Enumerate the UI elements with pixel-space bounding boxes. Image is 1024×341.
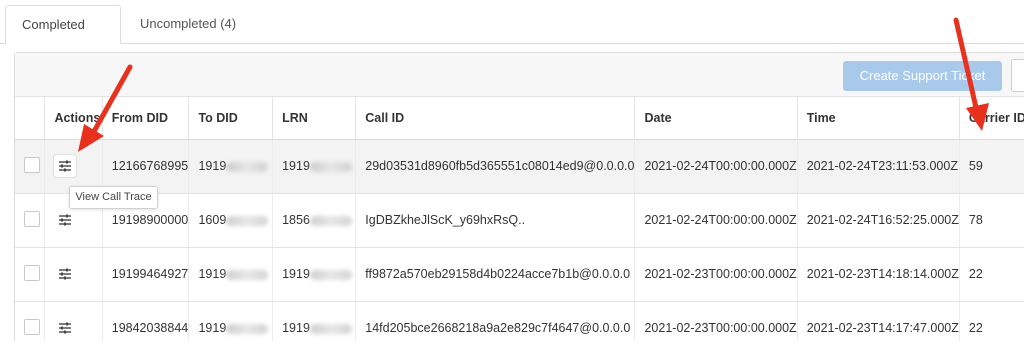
lrn-prefix: 1919 xyxy=(282,267,310,281)
lrn-prefix: 1919 xyxy=(282,159,310,173)
to-did-cell: 1919 xyxy=(188,139,274,194)
time-cell: 2021-02-23T14:17:47.000Z xyxy=(797,301,960,341)
create-support-ticket-button[interactable]: Create Support Ticket xyxy=(843,61,1002,91)
tab-completed[interactable]: Completed (5) xyxy=(5,5,121,70)
header-call-id: Call ID xyxy=(355,97,636,140)
to-did-cell: 1919 xyxy=(188,247,274,302)
sliders-icon[interactable] xyxy=(54,155,77,177)
time-cell: 2021-02-24T16:52:25.000Z xyxy=(797,193,960,248)
carrier-id-cell: 22 xyxy=(959,247,1024,302)
call-id-cell: 14fd205bce2668218a9a2e829c7f4647@0.0.0.0 xyxy=(355,301,636,341)
redacted-blur xyxy=(309,161,352,172)
table-row[interactable]: 12166768995 1919 1919 29d03531d8960fb5d3… xyxy=(15,139,1024,194)
call-id-cell: 29d03531d8960fb5d365551c08014ed9@0.0.0.0 xyxy=(355,139,636,194)
from-did-cell: 19199464927 xyxy=(102,247,190,302)
table-row[interactable]: 19198900000 1609 1856 IgDBZkheJlScK_y69h… xyxy=(15,193,1024,248)
to-did-prefix: 1609 xyxy=(198,213,227,227)
header-carrier-id: Carrier ID xyxy=(959,97,1024,140)
call-id-cell: ff9872a570eb29158d4b0224acce7b1b@0.0.0.0 xyxy=(355,247,636,302)
date-cell: 2021-02-23T00:00:00.000Z xyxy=(634,301,798,341)
date-cell: 2021-02-24T00:00:00.000Z xyxy=(634,193,798,248)
lrn-cell: 1919 xyxy=(272,139,357,194)
redacted-blur xyxy=(226,161,269,172)
row-checkbox[interactable] xyxy=(24,318,40,335)
tab-bar: Completed (5) Uncompleted (4) xyxy=(0,0,1024,70)
header-select xyxy=(15,97,46,140)
carrier-id-cell: 22 xyxy=(959,301,1024,341)
row-actions-cell xyxy=(44,247,103,302)
redacted-blur xyxy=(226,215,269,226)
redacted-blur xyxy=(309,269,352,280)
calls-panel: Create Support Ticket Actions From DID T… xyxy=(14,52,1024,341)
row-checkbox[interactable] xyxy=(24,156,40,173)
row-checkbox[interactable] xyxy=(24,210,40,227)
date-cell: 2021-02-24T00:00:00.000Z xyxy=(634,139,798,194)
row-select-cell xyxy=(15,247,46,302)
row-actions-cell xyxy=(44,139,103,194)
lrn-cell: 1856 xyxy=(272,193,357,248)
toolbar-extra-button[interactable] xyxy=(1011,59,1024,92)
row-checkbox[interactable] xyxy=(24,264,40,281)
to-did-prefix: 1919 xyxy=(198,267,227,281)
to-did-cell: 1609 xyxy=(188,193,274,248)
carrier-id-cell: 78 xyxy=(959,193,1024,248)
calls-table: Actions From DID To DID LRN Call ID Date… xyxy=(15,97,1024,341)
row-select-cell xyxy=(15,193,46,248)
header-lrn: LRN xyxy=(272,97,357,140)
header-from-did: From DID xyxy=(102,97,190,140)
to-did-prefix: 1919 xyxy=(198,321,227,335)
row-select-cell xyxy=(15,139,46,194)
header-time: Time xyxy=(797,97,960,140)
header-actions: Actions xyxy=(44,97,103,140)
sliders-icon[interactable] xyxy=(54,263,76,285)
call-id-cell: IgDBZkheJlScK_y69hxRsQ.. xyxy=(355,193,636,248)
table-header-row: Actions From DID To DID LRN Call ID Date… xyxy=(15,97,1024,140)
view-call-trace-tooltip: View Call Trace xyxy=(69,186,158,209)
redacted-blur xyxy=(309,323,352,334)
table-row[interactable]: 19199464927 1919 1919 ff9872a570eb29158d… xyxy=(15,247,1024,302)
header-date: Date xyxy=(634,97,798,140)
date-cell: 2021-02-23T00:00:00.000Z xyxy=(634,247,798,302)
sliders-icon[interactable] xyxy=(54,209,76,231)
to-did-cell: 1919 xyxy=(188,301,274,341)
lrn-prefix: 1856 xyxy=(282,213,310,227)
row-actions-cell xyxy=(44,301,103,341)
to-did-prefix: 1919 xyxy=(198,159,227,173)
table-row[interactable]: 19842038844 1919 1919 14fd205bce2668218a… xyxy=(15,301,1024,341)
from-did-cell: 12166768995 xyxy=(102,139,190,194)
redacted-blur xyxy=(226,269,269,280)
toolbar: Create Support Ticket xyxy=(15,53,1024,97)
lrn-prefix: 1919 xyxy=(282,321,310,335)
redacted-blur xyxy=(226,323,269,334)
redacted-blur xyxy=(309,215,352,226)
lrn-cell: 1919 xyxy=(272,247,357,302)
from-did-cell: 19842038844 xyxy=(102,301,190,341)
carrier-id-cell: 59 xyxy=(959,139,1024,194)
header-to-did: To DID xyxy=(188,97,274,140)
tab-uncompleted[interactable]: Uncompleted (4) xyxy=(124,5,252,44)
sliders-icon[interactable] xyxy=(54,317,76,339)
time-cell: 2021-02-24T23:11:53.000Z xyxy=(797,139,960,194)
lrn-cell: 1919 xyxy=(272,301,357,341)
time-cell: 2021-02-23T14:18:14.000Z xyxy=(797,247,960,302)
row-select-cell xyxy=(15,301,46,341)
